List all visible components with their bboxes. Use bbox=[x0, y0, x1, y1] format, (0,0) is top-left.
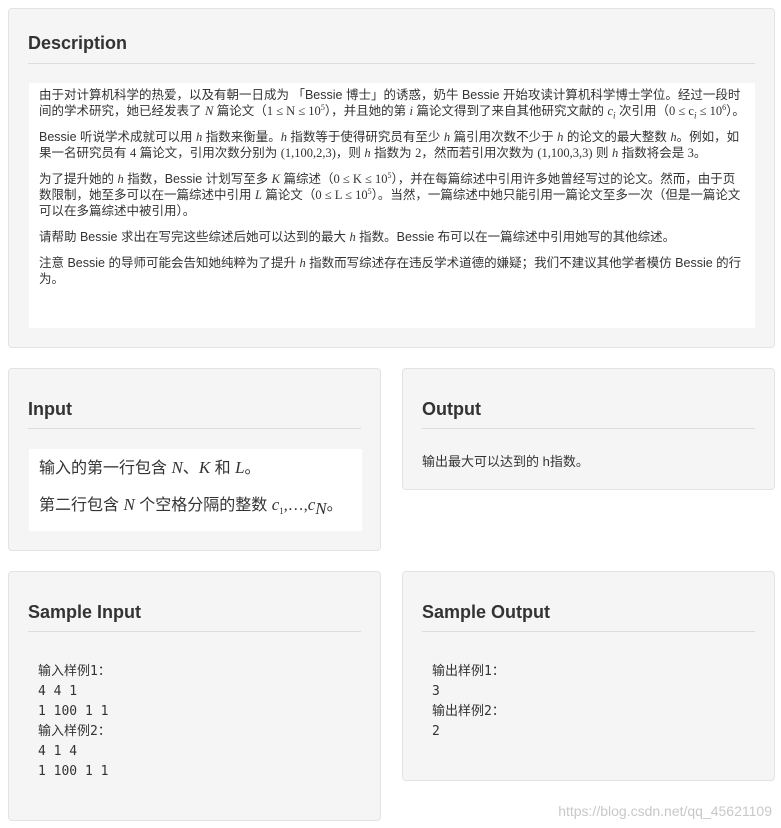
input-content: 输入的第一行包含 N、K 和 L。 第二行包含 N 个空格分隔的整数 c1,…,… bbox=[29, 449, 362, 531]
output-divider bbox=[422, 428, 755, 429]
sample-output-line: 3 bbox=[432, 684, 440, 699]
sample-input-code[interactable]: 输入样例1： 4 4 1 1 100 1 1 输入样例2： 4 1 4 1 10… bbox=[38, 662, 111, 782]
description-divider bbox=[28, 63, 755, 64]
watermark: https://blog.csdn.net/qq_45621109 bbox=[558, 803, 772, 819]
description-title: Description bbox=[28, 33, 128, 53]
output-description: 输出最大可以达到的 h指数。 bbox=[422, 454, 589, 469]
input-line-1: 输入的第一行包含 N、K 和 L。 bbox=[39, 458, 261, 477]
description-paragraph-1: 由于对计算机科学的热爱，以及有朝一日成为 「Bessie 博士」的诱惑，奶牛 B… bbox=[39, 88, 745, 121]
input-panel: Input 输入的第一行包含 N、K 和 L。 第二行包含 N 个空格分隔的整数… bbox=[8, 368, 381, 551]
sample-input-line: 4 4 1 bbox=[38, 684, 78, 699]
description-paragraph-3: 为了提升她的 h 指数，Bessie 计划写至多 K 篇综述（0 ≤ K ≤ 1… bbox=[39, 170, 741, 218]
sample-input-line: 1 100 1 1 bbox=[38, 704, 109, 719]
sample-output-divider bbox=[422, 631, 755, 632]
sample-input-line: 4 1 4 bbox=[38, 744, 78, 759]
sample-output-code[interactable]: 输出样例1： 3 输出样例2： 2 bbox=[432, 662, 505, 742]
sample-input-title: Sample Input bbox=[28, 602, 142, 622]
output-title: Output bbox=[422, 399, 481, 419]
description-panel: Description 由于对计算机科学的热爱，以及有朝一日成为 「Bessie… bbox=[8, 8, 775, 348]
sample-output-panel: Sample Output 输出样例1： 3 输出样例2： 2 bbox=[402, 571, 775, 781]
description-paragraph-5: 注意 Bessie 的导师可能会告知她纯粹为了提升 h 指数而写综述存在违反学术… bbox=[39, 256, 742, 286]
output-panel: Output 输出最大可以达到的 h指数。 bbox=[402, 368, 775, 490]
sample-input-line: 1 100 1 1 bbox=[38, 764, 109, 779]
sample-input-line: 输入样例1： bbox=[38, 664, 111, 679]
sample-input-panel: Sample Input 输入样例1： 4 4 1 1 100 1 1 输入样例… bbox=[8, 571, 381, 821]
input-divider bbox=[28, 428, 361, 429]
input-title: Input bbox=[28, 399, 72, 419]
description-paragraph-4: 请帮助 Bessie 求出在写完这些综述后她可以达到的最大 h 指数。Bessi… bbox=[39, 230, 676, 244]
description-paragraph-2: Bessie 听说学术成就可以用 h 指数来衡量。h 指数等于使得研究员有至少 … bbox=[39, 130, 740, 160]
input-line-2: 第二行包含 N 个空格分隔的整数 c1,…,cN。 bbox=[39, 495, 343, 519]
sample-output-title: Sample Output bbox=[422, 602, 551, 622]
sample-output-line: 输出样例2： bbox=[432, 704, 505, 719]
description-content: 由于对计算机科学的热爱，以及有朝一日成为 「Bessie 博士」的诱惑，奶牛 B… bbox=[29, 83, 755, 328]
sample-output-line: 输出样例1： bbox=[432, 664, 505, 679]
sample-output-line: 2 bbox=[432, 724, 440, 739]
sample-input-divider bbox=[28, 631, 361, 632]
sample-input-line: 输入样例2： bbox=[38, 724, 111, 739]
